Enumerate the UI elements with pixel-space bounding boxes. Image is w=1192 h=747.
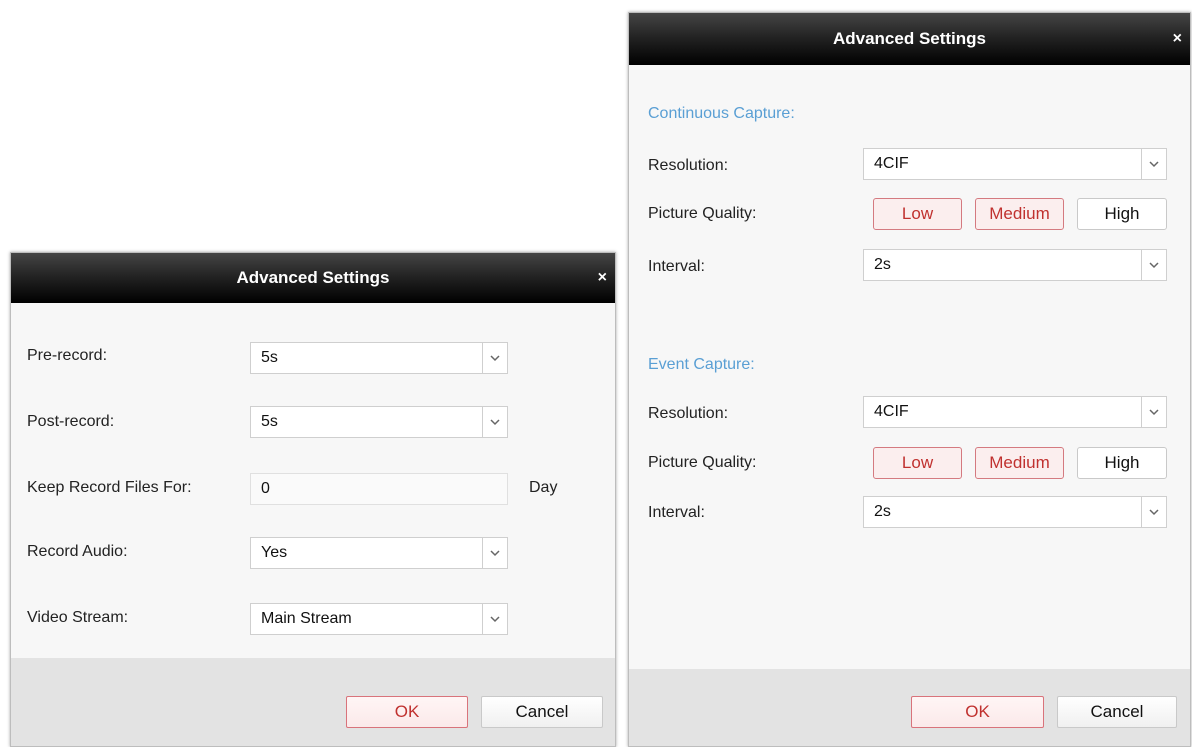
keep-files-value: 0: [261, 480, 270, 497]
continuous-quality-medium[interactable]: Medium: [975, 198, 1064, 230]
ok-button[interactable]: OK: [346, 696, 468, 728]
continuous-interval-value: 2s: [874, 256, 891, 273]
keep-files-unit: Day: [529, 479, 558, 496]
continuous-quality-high[interactable]: High: [1077, 198, 1167, 230]
dialog-footer: OK Cancel: [11, 658, 615, 746]
chevron-down-icon[interactable]: [482, 604, 507, 634]
event-quality-label: Picture Quality:: [648, 454, 757, 471]
continuous-resolution-value: 4CIF: [874, 155, 909, 172]
dialog-titlebar: Advanced Settings ×: [11, 253, 615, 303]
pre-record-label: Pre-record:: [27, 347, 108, 364]
event-quality-high[interactable]: High: [1077, 447, 1167, 479]
event-resolution-value: 4CIF: [874, 403, 909, 420]
chevron-down-icon[interactable]: [482, 538, 507, 568]
event-capture-heading: Event Capture:: [648, 356, 755, 373]
continuous-resolution-label: Resolution:: [648, 157, 729, 174]
record-audio-select[interactable]: Yes: [250, 537, 508, 569]
continuous-interval-select[interactable]: 2s: [863, 249, 1167, 281]
post-record-label: Post-record:: [27, 413, 115, 430]
event-quality-low[interactable]: Low: [873, 447, 962, 479]
pre-record-select[interactable]: 5s: [250, 342, 508, 374]
video-stream-label: Video Stream:: [27, 609, 129, 626]
chevron-down-icon[interactable]: [1141, 397, 1166, 427]
dialog-footer: OK Cancel: [629, 669, 1190, 746]
event-interval-select[interactable]: 2s: [863, 496, 1167, 528]
cancel-button[interactable]: Cancel: [1057, 696, 1177, 728]
video-stream-select[interactable]: Main Stream: [250, 603, 508, 635]
event-interval-value: 2s: [874, 503, 891, 520]
continuous-quality-label: Picture Quality:: [648, 205, 757, 222]
pre-record-value: 5s: [261, 349, 278, 366]
continuous-resolution-select[interactable]: 4CIF: [863, 148, 1167, 180]
video-stream-value: Main Stream: [261, 610, 352, 627]
keep-files-label: Keep Record Files For:: [27, 479, 192, 496]
ok-button[interactable]: OK: [911, 696, 1044, 728]
chevron-down-icon[interactable]: [482, 343, 507, 373]
dialog-title: Advanced Settings: [832, 29, 987, 48]
continuous-interval-label: Interval:: [648, 258, 705, 275]
chevron-down-icon[interactable]: [1141, 149, 1166, 179]
chevron-down-icon[interactable]: [482, 407, 507, 437]
continuous-quality-low[interactable]: Low: [873, 198, 962, 230]
dialog-body: Continuous Capture: Resolution: 4CIF Pic…: [629, 65, 1190, 669]
event-resolution-label: Resolution:: [648, 405, 729, 422]
chevron-down-icon[interactable]: [1141, 250, 1166, 280]
dialog-body: Pre-record: 5s Post-record: 5s Keep Reco…: [11, 303, 615, 658]
advanced-settings-dialog-capture: Advanced Settings × Continuous Capture: …: [628, 12, 1191, 747]
continuous-capture-heading: Continuous Capture:: [648, 105, 795, 122]
advanced-settings-dialog-record: Advanced Settings × Pre-record: 5s Post-…: [10, 252, 616, 747]
record-audio-label: Record Audio:: [27, 543, 128, 560]
post-record-select[interactable]: 5s: [250, 406, 508, 438]
record-audio-value: Yes: [261, 544, 288, 561]
close-icon[interactable]: ×: [1173, 30, 1182, 48]
dialog-title: Advanced Settings: [236, 268, 390, 287]
event-quality-medium[interactable]: Medium: [975, 447, 1064, 479]
keep-files-input[interactable]: 0: [250, 473, 508, 505]
close-icon[interactable]: ×: [598, 269, 607, 287]
chevron-down-icon[interactable]: [1141, 497, 1166, 527]
cancel-button[interactable]: Cancel: [481, 696, 603, 728]
dialog-titlebar: Advanced Settings ×: [629, 13, 1190, 65]
event-interval-label: Interval:: [648, 504, 705, 521]
event-resolution-select[interactable]: 4CIF: [863, 396, 1167, 428]
post-record-value: 5s: [261, 413, 278, 430]
